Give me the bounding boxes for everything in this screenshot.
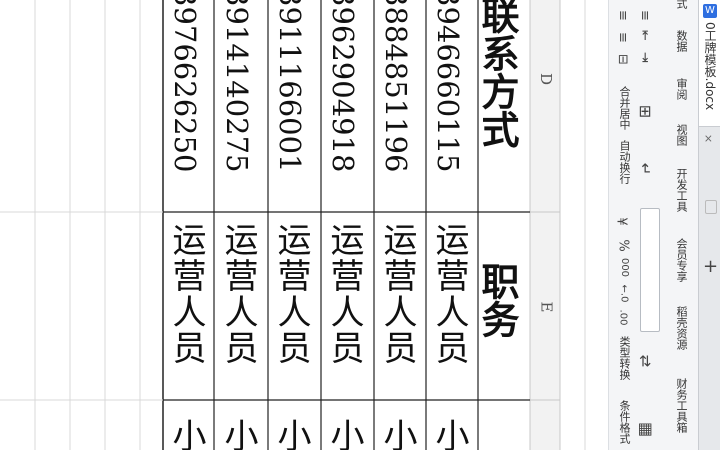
document-title: 0工牌模板.docx [703,22,717,111]
cell-role[interactable]: 运营人员 [377,222,417,366]
cell-name[interactable]: 小 [429,418,469,450]
tab-review[interactable]: 审阅 [673,78,689,100]
header-contact[interactable]: 联系方式 [475,0,520,148]
type-convert-icon[interactable]: ⇄ [636,355,654,368]
wrap-text-button[interactable]: 自动换行 [616,140,632,184]
cell-phone[interactable]: 3962904918 [326,0,360,173]
title-bar: W 0工牌模板.docx × + [698,0,720,450]
spreadsheet-grid[interactable]: D E 联系方式 职务 3946660115 运营人员 小 3884851196… [0,0,608,450]
cell-role[interactable]: 运营人员 [429,222,469,366]
close-tab-icon[interactable]: × [702,134,715,143]
tab-icon[interactable] [705,200,717,214]
cell-name[interactable]: 小 [377,418,417,450]
decrease-decimal-icon[interactable]: .00 [617,310,628,326]
tab-format[interactable]: 式 [673,0,689,9]
tab-docer[interactable]: 稻壳资源 [673,306,689,350]
cell-name[interactable]: 小 [271,418,311,450]
cell-phone[interactable]: 3911166001 [273,0,307,173]
column-header-d[interactable]: D [537,73,555,85]
cell-phone[interactable]: 3976626250 [168,0,202,173]
tab-finance[interactable]: 财务工具箱 [673,378,689,433]
conditional-format-button[interactable]: 条件格式 [616,400,632,444]
align-justify-icon[interactable]: ≡ [615,32,630,43]
cell-role[interactable]: 运营人员 [324,222,364,366]
column-header-e[interactable]: E [537,302,555,313]
distribute-icon[interactable]: ⊟ [615,54,630,65]
tab-member[interactable]: 会员专享 [673,238,689,282]
align-left-icon[interactable]: ≡ [615,10,630,21]
align-center-icon[interactable]: ≡ [637,10,652,21]
number-format-box[interactable] [640,208,660,332]
increase-decimal-icon[interactable]: ←.0 [618,285,629,303]
conditional-format-icon[interactable]: ▦ [637,422,656,437]
cell-name[interactable]: 小 [166,418,206,450]
document-tab[interactable]: W 0工牌模板.docx [699,0,720,127]
cell-role[interactable]: 运营人员 [218,222,258,366]
merge-center-button[interactable]: 合并居中 [616,86,632,130]
currency-icon[interactable]: ¥ [614,217,629,225]
cell-phone[interactable]: 3884851196 [379,0,413,173]
cell-name[interactable]: 小 [218,418,258,450]
cell-role[interactable]: 运营人员 [166,222,206,366]
merge-cells-icon[interactable]: ⊞ [636,105,655,118]
tab-developer[interactable]: 开发工具 [673,168,689,212]
tab-data[interactable]: 数据 [673,30,689,52]
percent-icon[interactable]: % [616,239,631,251]
cell-phone[interactable]: 3914140275 [220,0,254,173]
cell-name[interactable]: 小 [324,418,364,450]
type-convert-button[interactable]: 类型转换 [616,336,632,380]
new-tab-icon[interactable]: + [703,256,718,277]
word-doc-icon: W [703,4,717,18]
outdent-icon[interactable]: ⇥ [637,52,652,63]
indent-icon[interactable]: ⇤ [637,30,652,41]
tab-view[interactable]: 视图 [673,124,689,146]
wrap-text-icon[interactable]: ↵ [636,163,654,176]
header-position[interactable]: 职务 [475,262,520,338]
cell-phone[interactable]: 3946660115 [431,0,465,173]
cell-role[interactable]: 运营人员 [271,222,311,366]
thousands-icon[interactable]: 000 [619,258,630,277]
